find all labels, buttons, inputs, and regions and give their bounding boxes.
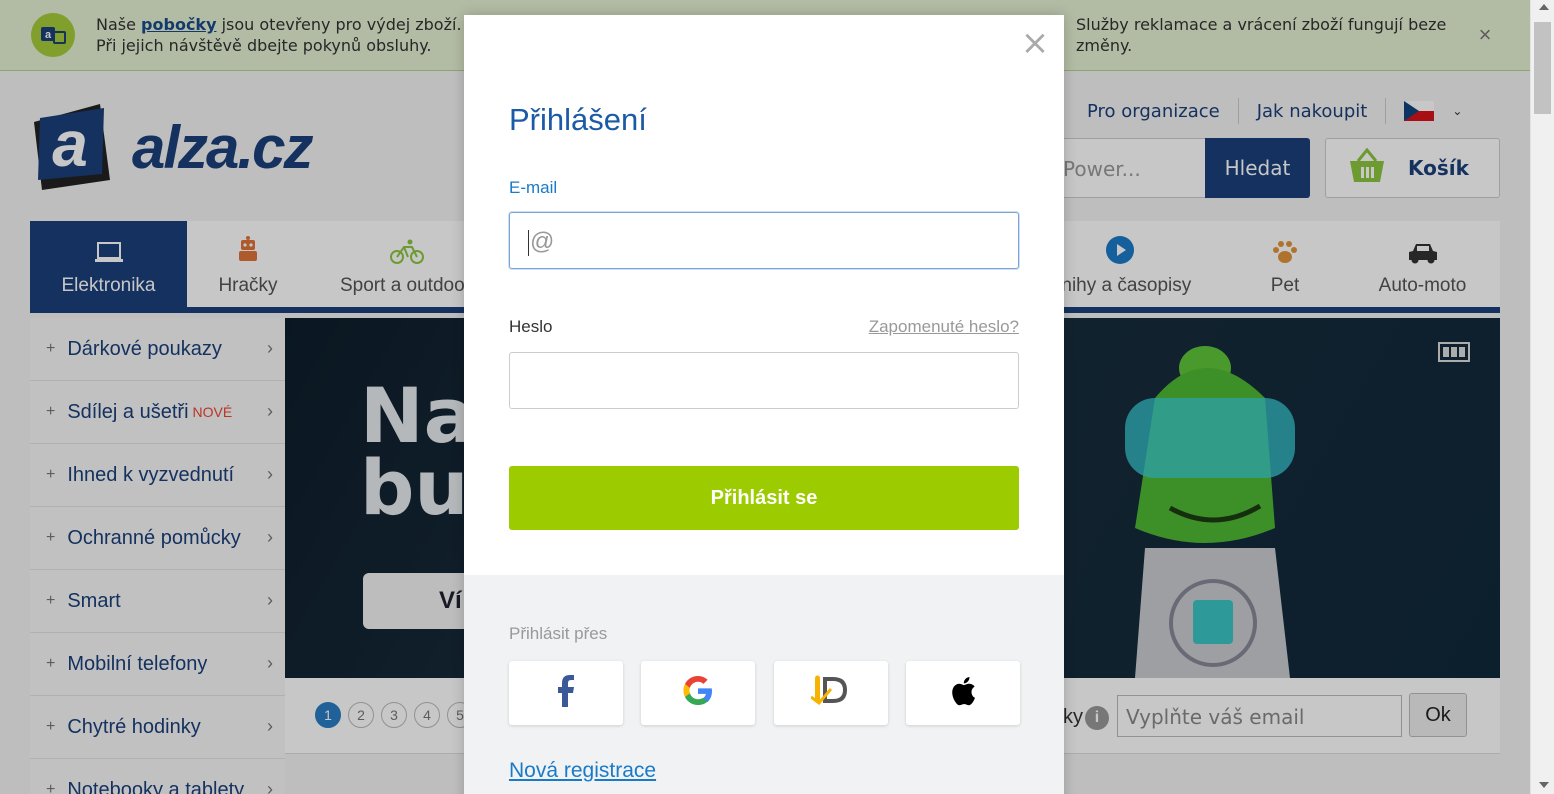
scroll-down-icon[interactable]	[1539, 782, 1549, 788]
scroll-up-icon[interactable]	[1539, 4, 1549, 10]
login-button[interactable]: Přihlásit se	[509, 466, 1019, 530]
google-icon	[682, 675, 714, 712]
apple-login-button[interactable]	[906, 661, 1020, 725]
password-label: Heslo	[509, 317, 553, 336]
google-login-button[interactable]	[641, 661, 755, 725]
forgot-password-link[interactable]: Zapomenuté heslo?	[869, 317, 1019, 337]
mojeid-login-button[interactable]	[774, 661, 888, 725]
text-caret	[528, 229, 529, 256]
email-label: E-mail	[509, 178, 558, 197]
modal-title: Přihlášení	[509, 102, 647, 137]
modal-footer: Přihlásit přes Nová registrace	[464, 575, 1064, 794]
login-modal: × Přihlášení E-mail @ Heslo Zapomenuté h…	[464, 15, 1064, 794]
scroll-thumb[interactable]	[1534, 22, 1551, 114]
facebook-icon	[558, 674, 574, 712]
email-field[interactable]: @	[509, 212, 1019, 269]
register-link[interactable]: Nová registrace	[509, 759, 656, 783]
close-icon[interactable]: ×	[1020, 26, 1050, 60]
password-field[interactable]	[509, 352, 1019, 409]
mojeid-icon	[810, 675, 851, 712]
apple-icon	[950, 676, 976, 711]
login-via-label: Přihlásit přes	[509, 624, 608, 643]
facebook-login-button[interactable]	[509, 661, 623, 725]
page-scrollbar[interactable]	[1530, 0, 1554, 794]
